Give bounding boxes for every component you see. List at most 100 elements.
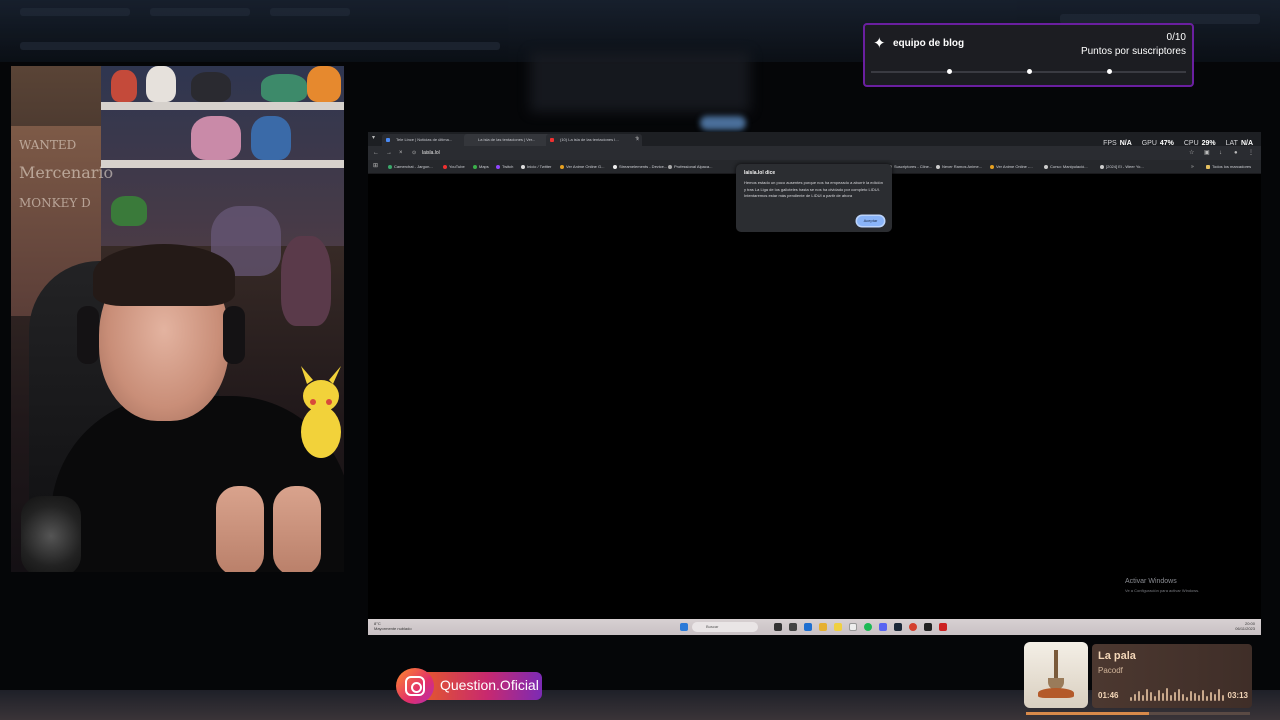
steam-icon[interactable] [894, 623, 902, 631]
figure-dark-red [281, 236, 331, 326]
waveform-bar [1138, 691, 1140, 701]
menu-icon[interactable]: ⋮ [1248, 150, 1254, 156]
waveform-bar [1134, 694, 1136, 701]
instagram-icon [396, 668, 434, 704]
bookmark-item[interactable]: Inicio / Twitter [521, 160, 551, 173]
bookmark-item[interactable]: Streamelements - Device... [613, 160, 667, 173]
folder-icon[interactable] [819, 623, 827, 631]
figure-green [261, 74, 307, 102]
poster-text-3: MONKEY D [19, 196, 91, 210]
goal-title: equipo de blog [893, 38, 965, 49]
edge-icon[interactable] [804, 623, 812, 631]
figure-dark [191, 72, 231, 102]
taskbar-search[interactable]: Buscar [692, 622, 758, 632]
instagram-banner: Question.Oficial [396, 668, 546, 704]
url-field[interactable]: laisla.lol [422, 147, 440, 159]
waveform-bar [1214, 694, 1216, 701]
bookmark-item[interactable]: Professional Alpaca... [668, 160, 712, 173]
bookmark-item[interactable]: [2024] El - Weer Yo... [1100, 160, 1144, 173]
notes-icon[interactable] [834, 623, 842, 631]
alert-dialog: laisla.lol dice Hemos estado un poco aus… [736, 164, 892, 232]
bookmark-item[interactable]: Curso: Manipulació... [1044, 160, 1088, 173]
background-blur-pill [700, 116, 746, 130]
star-icon[interactable]: ☆ [1189, 150, 1195, 156]
headphone-left [77, 306, 99, 364]
figure-pink [191, 116, 241, 160]
profile-icon[interactable]: ● [1234, 150, 1240, 156]
waveform-bar [1130, 697, 1132, 701]
windows-taskbar: 8°C Mayormente nublado Buscar 20:00 06/1… [368, 619, 1261, 635]
forward-arrow-icon[interactable]: → [386, 147, 392, 159]
system-tray[interactable]: 20:00 06/11/2023 [1235, 621, 1255, 631]
bookmark-item[interactable]: Maps [473, 160, 489, 173]
figure-orange [307, 66, 341, 102]
chrome-icon[interactable] [909, 623, 917, 631]
bookmark-item[interactable]: Ver Anime Online G... [560, 160, 604, 173]
weather-widget[interactable]: 8°C Mayormente nublado [374, 621, 412, 631]
youtube-icon [550, 138, 554, 142]
back-arrow-icon[interactable]: ← [373, 147, 379, 159]
waveform-bar [1158, 690, 1160, 701]
waveform-bar [1186, 697, 1188, 701]
track-duration: 03:13 [1227, 691, 1248, 700]
bookmark-item[interactable]: Camerchat - Jargon... [388, 160, 433, 173]
spotify-icon[interactable] [864, 623, 872, 631]
bookmark-item[interactable]: Never Ramos Anime... [936, 160, 982, 173]
instagram-handle: Question.Oficial [440, 677, 539, 693]
chevron-right-icon[interactable]: » [1191, 164, 1197, 170]
windows-start-icon[interactable] [680, 623, 688, 631]
stop-icon[interactable]: × [399, 147, 403, 159]
obs-icon[interactable] [924, 623, 932, 631]
favicon-icon [386, 138, 390, 142]
dialog-message: Hemos estado un poco ausentes porque nos… [744, 180, 883, 198]
task-view-icon[interactable] [774, 623, 782, 631]
bookmark-item[interactable]: Suscriptores - Cline... [888, 160, 932, 173]
tab-label: Tele Lince | Noticias de última... [396, 137, 453, 142]
now-playing-widget: La pala Pacodf 01:46 03:13 [1022, 642, 1252, 708]
tab-isla-tentaciones[interactable]: La isla de las tentaciones | Ver... × [464, 134, 554, 146]
terminal-icon[interactable] [789, 623, 797, 631]
bookmark-item[interactable]: YouTube [443, 160, 465, 173]
tab-search-icon[interactable]: ▾ [372, 135, 378, 141]
goal-count: 0/10 [1166, 32, 1186, 43]
streamer-hand-right [273, 486, 321, 572]
goal-milestone [947, 69, 952, 74]
waveform-bar [1182, 694, 1184, 701]
apps-grid-icon[interactable]: ⊞ [373, 163, 379, 169]
waveform-bar [1142, 695, 1144, 701]
waveform-bar [1202, 690, 1204, 701]
bookmark-item[interactable]: Ver Anime Online -... [990, 160, 1033, 173]
desktop-capture: ▾ Tele Lince | Noticias de última... × L… [368, 132, 1261, 635]
goal-milestone [1027, 69, 1032, 74]
store-icon[interactable] [849, 623, 857, 631]
shelf-top [101, 102, 344, 110]
headphone-right [223, 306, 245, 364]
goal-milestone [1107, 69, 1112, 74]
poster-text-1: WANTED [19, 138, 77, 152]
waveform-bar [1166, 688, 1168, 701]
subscriber-goal-widget: ✦ equipo de blog 0/10 Puntos por suscrip… [863, 23, 1194, 87]
discord-icon[interactable] [879, 623, 887, 631]
pikachu-figure [301, 366, 341, 458]
app-icon[interactable] [939, 623, 947, 631]
shovel-icon [1024, 642, 1088, 708]
waveform-bar [1206, 696, 1208, 701]
weather-desc: Mayormente nublado [374, 626, 412, 631]
new-tab-button[interactable]: + [635, 134, 639, 144]
waveform-bar [1154, 696, 1156, 701]
figure-red [111, 70, 137, 102]
accept-button[interactable]: Aceptar [857, 216, 884, 226]
tab-youtube[interactable]: (10) La isla de las tentaciones I... × [546, 134, 642, 146]
download-icon[interactable]: ↓ [1219, 150, 1225, 156]
background-blur-panel [530, 52, 750, 112]
tab-tele-lince[interactable]: Tele Lince | Noticias de última... × [382, 134, 474, 146]
streamer-hair [93, 244, 235, 306]
dialog-title: laisla.lol dice [744, 170, 776, 176]
track-artist: Pacodf [1098, 666, 1123, 675]
waveform-bar [1218, 689, 1220, 701]
site-info-icon[interactable]: ⊙ [412, 147, 416, 159]
other-bookmarks[interactable]: Todos los marcadores [1206, 160, 1251, 173]
bookmark-item[interactable]: Twitch [496, 160, 513, 173]
extensions-icon[interactable]: ▣ [1204, 150, 1210, 156]
waveform-bar [1194, 693, 1196, 701]
